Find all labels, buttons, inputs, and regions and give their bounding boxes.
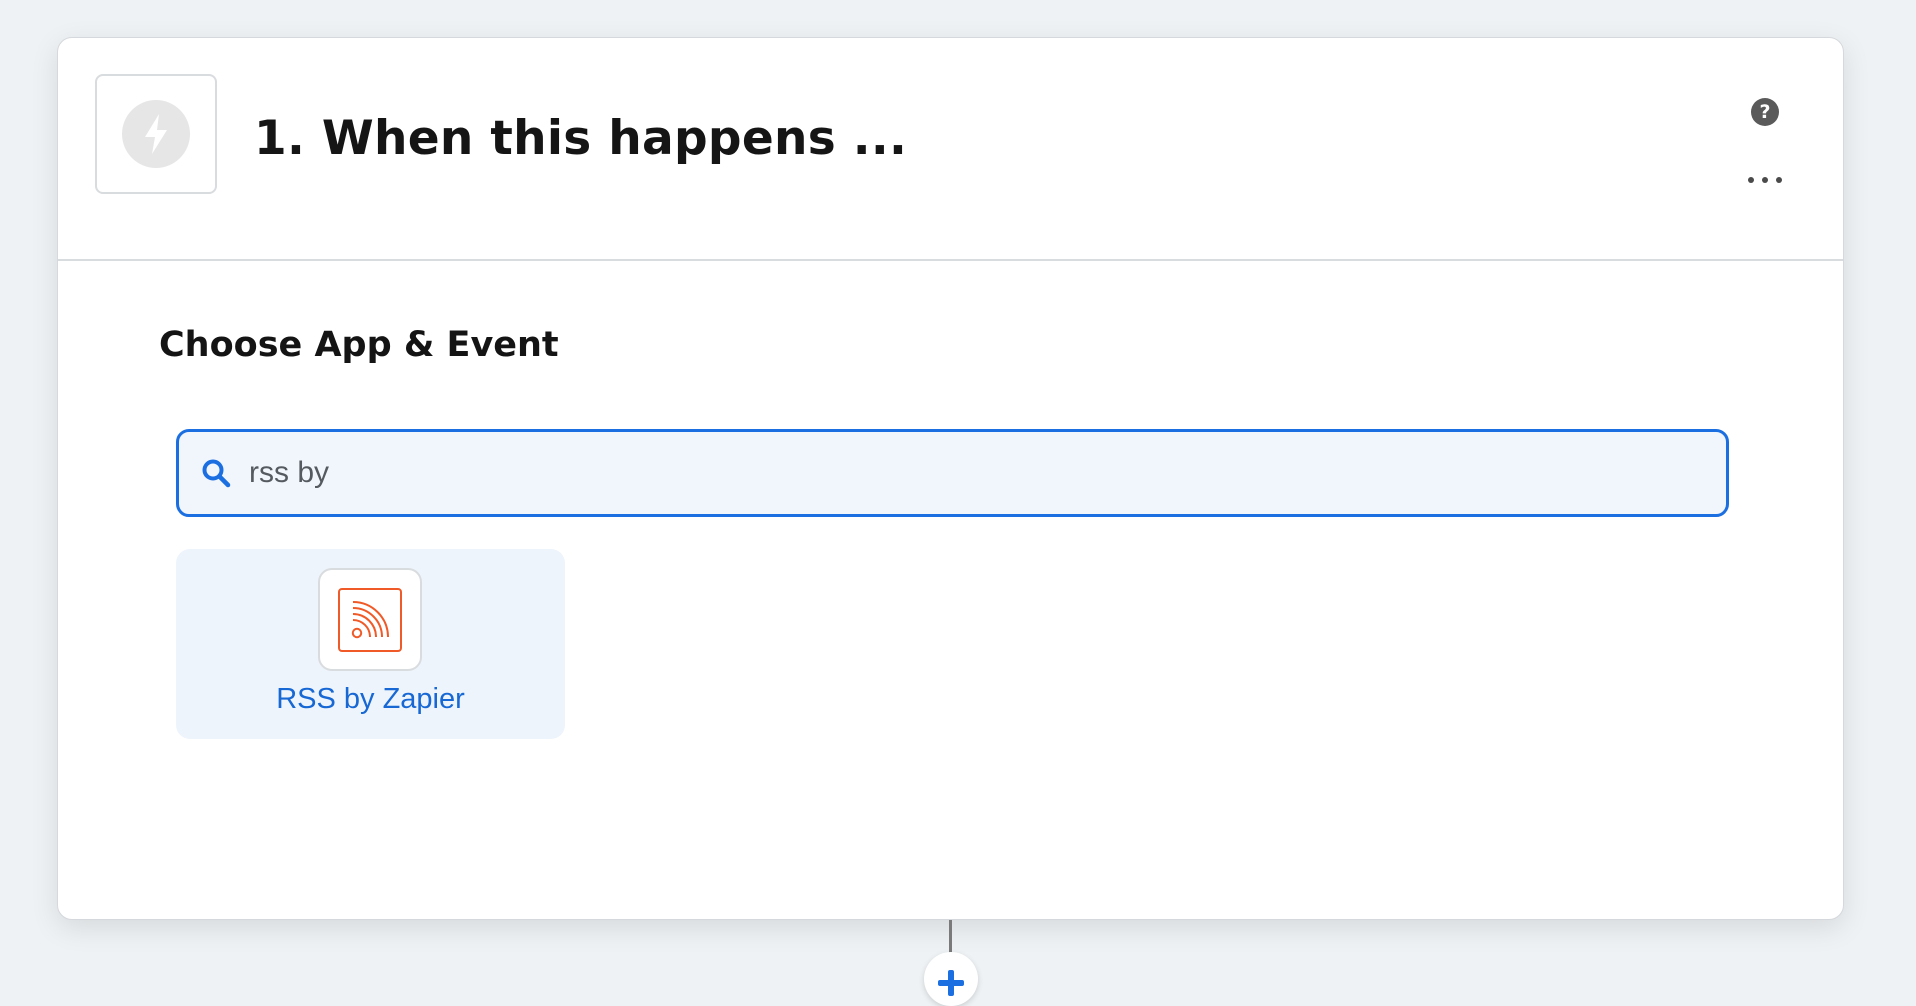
ellipsis-icon[interactable]	[1748, 170, 1782, 190]
rss-icon	[338, 587, 402, 652]
step-title: 1. When this happens ...	[254, 111, 908, 166]
add-step-button[interactable]	[924, 952, 978, 1006]
search-input[interactable]	[247, 455, 1651, 491]
step-connector	[949, 920, 952, 956]
section-title: Choose App & Event	[159, 325, 559, 365]
plus-icon	[938, 970, 964, 996]
question-circle-icon[interactable]: ?	[1751, 98, 1779, 126]
step-card: 1. When this happens ... ? Choose App & …	[57, 37, 1844, 920]
app-search-field[interactable]	[176, 429, 1729, 517]
lightning-bolt-icon	[145, 114, 167, 154]
app-icon-tile	[318, 568, 422, 671]
result-label: RSS by Zapier	[276, 683, 465, 715]
trigger-app-placeholder[interactable]	[95, 74, 217, 194]
trigger-circle	[122, 100, 190, 168]
app-result-rss-by-zapier[interactable]: RSS by Zapier	[176, 549, 565, 739]
step-header: 1. When this happens ... ?	[58, 38, 1843, 261]
search-icon	[199, 456, 233, 490]
